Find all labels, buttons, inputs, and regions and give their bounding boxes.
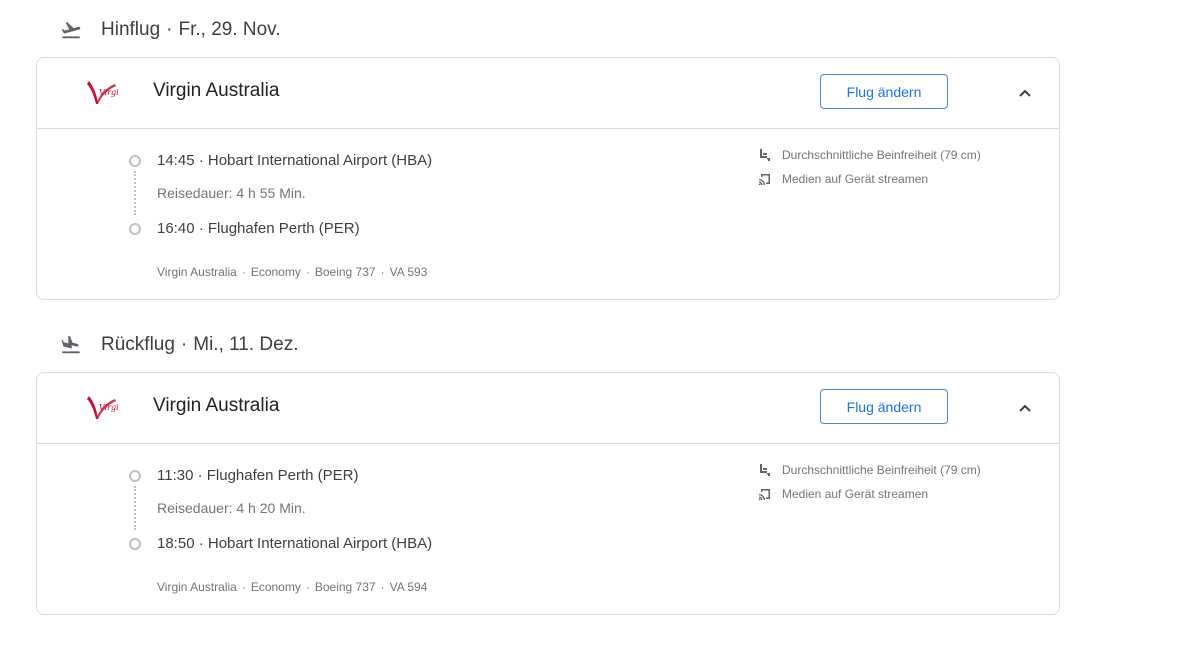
return-arrival: 18:50 · Hobart International Airport (HB… <box>157 535 433 552</box>
outbound-amenity-stream: Medien auf Gerät streamen <box>758 170 928 188</box>
return-arrival-circle <box>129 538 141 550</box>
return-amenity-legroom: Durchschnittliche Beinfreiheit (79 cm) <box>758 461 981 479</box>
outbound-amenity-legroom: Durchschnittliche Beinfreiheit (79 cm) <box>758 146 981 164</box>
return-date: Mi., 11. Dez. <box>193 334 299 355</box>
return-amenity-legroom-label: Durchschnittliche Beinfreiheit (79 cm) <box>782 463 981 477</box>
flight-details-page: Hinflug·Fr., 29. Nov. Virgin Virgin Aust… <box>0 0 1180 668</box>
return-flight-details: Virgin Australia · Economy · Boeing 737 · VA 5… <box>157 580 428 594</box>
return-amenity-stream: Medien auf Gerät streamen <box>758 485 928 503</box>
svg-text:Virgin: Virgin <box>99 88 119 97</box>
outbound-section-header: Hinflug · Fr., 29. Nov. <box>60 16 281 44</box>
outbound-departure-circle <box>129 155 141 167</box>
outbound-amenity-legroom-label: Durchschnittliche Beinfreiheit (79 cm) <box>782 148 981 162</box>
chevron-up-icon[interactable] <box>1015 84 1035 102</box>
outbound-flight-card: Virgin Virgin Australia Flug ändern 14:4… <box>36 57 1060 300</box>
outbound-detail-aircraft: Boeing 737 <box>314 265 376 279</box>
outbound-detail-flight-number: VA 593 <box>389 265 428 279</box>
outbound-arrival: 16:40 · Flughafen Perth (PER) <box>157 220 360 237</box>
outbound-timeline-dots <box>134 171 136 215</box>
outbound-change-flight-button[interactable]: Flug ändern <box>820 74 948 109</box>
outbound-card-header[interactable]: Virgin Virgin Australia Flug ändern <box>37 58 1059 129</box>
return-duration: Reisedauer: 4 h 20 Min. <box>157 500 306 516</box>
outbound-title: Hinflug · Fr., 29. Nov. <box>101 19 281 40</box>
return-detail-flight-number: VA 594 <box>389 580 428 594</box>
return-detail-aircraft: Boeing 737 <box>314 580 376 594</box>
return-timeline-dots <box>134 486 136 530</box>
cast-stream-icon <box>758 174 770 186</box>
outbound-detail-class: Economy <box>250 265 301 279</box>
outbound-amenity-stream-label: Medien auf Gerät streamen <box>782 172 929 186</box>
return-change-flight-button[interactable]: Flug ändern <box>820 389 948 424</box>
outbound-arrival-circle <box>129 223 141 235</box>
outbound-detail-airline: Virgin Australia <box>157 265 237 279</box>
return-title: Rückflug · Mi., 11. Dez. <box>101 334 299 355</box>
svg-text:Virgin: Virgin <box>99 403 119 412</box>
outbound-label: Hinflug <box>101 19 161 40</box>
return-detail-airline: Virgin Australia <box>157 580 237 594</box>
flight-land-icon <box>61 335 80 354</box>
return-card-header[interactable]: Virgin Virgin Australia Flug ändern <box>37 373 1059 444</box>
outbound-departure: 14:45 · Hobart International Airport (HB… <box>157 152 433 169</box>
seat-legroom-icon <box>760 464 770 476</box>
outbound-duration: Reisedauer: 4 h 55 Min. <box>157 185 306 201</box>
flight-takeoff-icon <box>61 22 81 39</box>
outbound-date: Fr., 29. Nov. <box>178 19 281 40</box>
return-airline-name: Virgin Australia <box>153 395 280 416</box>
chevron-up-icon[interactable] <box>1015 399 1035 417</box>
return-departure: 11:30 · Flughafen Perth (PER) <box>157 467 359 484</box>
return-departure-circle <box>129 470 141 482</box>
return-flight-card: Virgin Virgin Australia Flug ändern 11:3… <box>36 372 1060 615</box>
return-amenity-stream-label: Medien auf Gerät streamen <box>782 487 929 501</box>
virgin-australia-logo: Virgin <box>87 396 119 419</box>
cast-stream-icon <box>758 489 770 501</box>
virgin-australia-logo: Virgin <box>87 81 119 104</box>
seat-legroom-icon <box>760 149 770 161</box>
return-section-header: Rückflug · Mi., 11. Dez. <box>60 331 298 359</box>
return-label: Rückflug <box>101 334 175 355</box>
outbound-flight-details: Virgin Australia · Economy · Boeing 737 · VA 5… <box>157 265 428 279</box>
return-detail-class: Economy <box>250 580 301 594</box>
outbound-airline-name: Virgin Australia <box>153 80 280 101</box>
